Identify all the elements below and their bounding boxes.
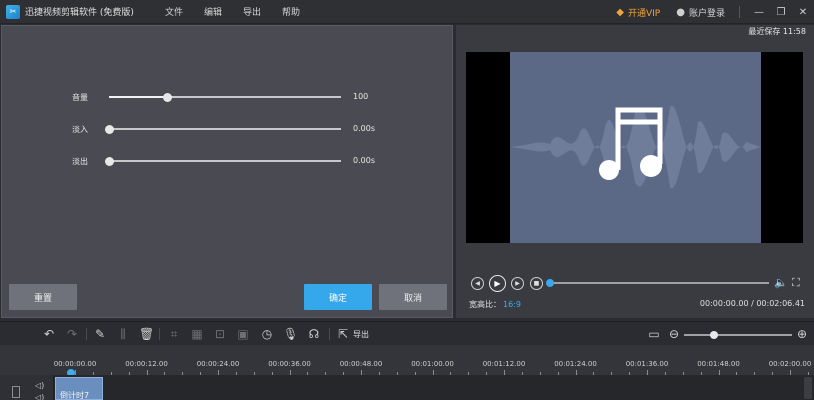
menu-export[interactable]: 导出 xyxy=(243,5,261,18)
confirm-button[interactable]: 确定 xyxy=(304,284,372,310)
playback-progress-thumb[interactable] xyxy=(546,279,554,287)
fade-in-slider-row: 淡入 0.00s xyxy=(2,122,454,136)
restore-icon[interactable]: ❐ xyxy=(770,7,792,18)
toolbar-divider xyxy=(86,328,87,340)
clip-label: 倒计时7 xyxy=(60,391,90,400)
fade-in-slider[interactable] xyxy=(105,125,341,134)
timeline-ruler[interactable]: 00:00:00.00 00:00:12.00 00:00:24.00 00:00:3… xyxy=(0,345,814,377)
video-preview[interactable] xyxy=(466,52,803,243)
volume-icon[interactable]: 🔈 xyxy=(774,276,788,289)
voice-over-icon[interactable]: ☊ xyxy=(307,327,321,341)
redo-icon[interactable]: ↷ xyxy=(65,327,79,341)
track-mute-icon[interactable]: ◁) xyxy=(35,381,44,390)
close-icon[interactable]: ✕ xyxy=(792,7,814,18)
fade-out-value: 0.00s xyxy=(353,156,375,165)
aspect-ratio-label: 宽高比： xyxy=(469,300,501,309)
volume-label: 音量 xyxy=(72,93,88,102)
titlebar-divider xyxy=(739,6,740,18)
menu-help[interactable]: 帮助 xyxy=(282,5,300,18)
split-icon[interactable]: ⫼ xyxy=(116,327,130,342)
mosaic-icon[interactable]: ▦ xyxy=(190,327,204,341)
export-button[interactable]: 导出 xyxy=(353,329,369,340)
audio-settings-panel: 音量 100 淡入 0.00s 淡出 0.00s 重置 确定 取消 xyxy=(1,25,453,318)
reset-button[interactable]: 重置 xyxy=(9,284,77,310)
record-audio-icon[interactable]: 🎙 xyxy=(283,327,298,341)
app-window: ✂ 迅捷视频剪辑软件 (免费版) 文件 编辑 导出 帮助 ◆ 开通VIP ● 账… xyxy=(0,0,814,400)
title-bar: ✂ 迅捷视频剪辑软件 (免费版) 文件 编辑 导出 帮助 ◆ 开通VIP ● 账… xyxy=(0,0,814,24)
ruler-tick-label: 00:00:00.00 xyxy=(53,360,97,368)
ruler-tick-label: 00:00:24.00 xyxy=(196,360,240,368)
export-icon[interactable]: ⇱ xyxy=(336,327,350,341)
ruler-tick-label: 00:01:24.00 xyxy=(554,360,597,368)
next-frame-icon[interactable]: ▶ xyxy=(511,277,524,290)
timeline-clip[interactable]: 倒计时7 xyxy=(55,377,103,400)
timeline-zoom-slider[interactable] xyxy=(684,331,792,339)
prev-frame-icon[interactable]: ◀ xyxy=(471,277,484,290)
fade-out-slider[interactable] xyxy=(105,157,341,166)
vip-button[interactable]: 开通VIP xyxy=(628,6,660,19)
fade-in-label: 淡入 xyxy=(72,125,88,134)
app-logo-icon: ✂ xyxy=(6,4,20,19)
edit-icon[interactable]: ✎ xyxy=(93,327,107,341)
volume-slider-fill xyxy=(109,96,167,98)
app-title: 迅捷视频剪辑软件 (免费版) xyxy=(25,8,134,18)
track-type-icon xyxy=(12,386,20,398)
ruler-tick-label: 00:00:36.00 xyxy=(268,360,311,368)
fade-out-slider-row: 淡出 0.00s xyxy=(2,154,454,168)
login-button[interactable]: 账户登录 xyxy=(689,6,725,19)
stop-icon[interactable]: ■ xyxy=(530,277,543,290)
ruler-tick-label: 00:02:00.00 xyxy=(768,360,812,368)
audio-placeholder-frame xyxy=(510,52,761,243)
aspect-ratio-value[interactable]: 16:9 xyxy=(503,300,521,309)
zoom-region-icon[interactable]: ⊡ xyxy=(213,327,227,341)
fade-in-value: 0.00s xyxy=(353,124,375,133)
play-icon[interactable]: ▶ xyxy=(489,275,506,292)
fullscreen-icon[interactable]: ⛶ xyxy=(792,276,800,290)
aspect-ratio[interactable]: 宽高比： 16:9 xyxy=(469,299,521,310)
timeline-zoom-thumb[interactable] xyxy=(710,331,719,339)
toolbar-divider xyxy=(159,328,160,340)
ruler-tick-label: 00:01:48.00 xyxy=(697,360,740,368)
volume-slider[interactable] xyxy=(109,93,341,102)
fade-in-slider-thumb[interactable] xyxy=(105,125,114,134)
ruler-tick-label: 00:01:00.00 xyxy=(411,360,454,368)
ruler-tick-label: 00:00:12.00 xyxy=(125,360,168,368)
toolbar-divider xyxy=(329,328,330,340)
user-icon: ● xyxy=(676,6,685,18)
volume-slider-thumb[interactable] xyxy=(163,93,172,102)
fade-out-label: 淡出 xyxy=(72,157,88,166)
titlebar-right: ◆ 开通VIP ● 账户登录 — ❐ ✕ xyxy=(616,0,814,24)
track-visibility-icon[interactable]: ◁) xyxy=(35,393,44,400)
track-header: ◁) ◁) xyxy=(0,375,54,400)
cancel-button[interactable]: 取消 xyxy=(379,284,447,310)
duration-icon[interactable]: ◷ xyxy=(260,327,274,341)
menu-bar: 文件 编辑 导出 帮助 xyxy=(165,5,321,18)
timeline-scrollbar[interactable] xyxy=(804,377,812,399)
zoom-in-icon[interactable]: ⊕ xyxy=(795,327,809,341)
zoom-out-icon[interactable]: ⊖ xyxy=(667,327,681,341)
ruler-tick-label: 00:01:36.00 xyxy=(625,360,669,368)
playback-progress-bar[interactable] xyxy=(546,279,769,287)
timeline-tracks: ◁) ◁) 倒计时7 xyxy=(0,375,814,400)
menu-file[interactable]: 文件 xyxy=(165,5,183,18)
undo-icon[interactable]: ↶ xyxy=(42,327,56,341)
timeline-toolbar: ↶ ↷ ✎ ⫼ 🗑 ⌗ ▦ ⊡ ▣ ◷ 🎙 ☊ ⇱ 导出 ▭ ⊖ ⊕ xyxy=(0,321,814,345)
preview-panel: 最近保存 11:58 ◀ ▶ ▶ ■ 🔈 ⛶ 宽高比： 16:9 00:00:0… xyxy=(456,25,814,318)
time-readout: 00:00:00.00 / 00:02:06.41 xyxy=(699,299,805,308)
vip-diamond-icon: ◆ xyxy=(616,6,624,18)
last-saved-label: 最近保存 11:58 xyxy=(748,27,806,36)
menu-edit[interactable]: 编辑 xyxy=(204,5,222,18)
crop-icon[interactable]: ⌗ xyxy=(167,327,181,342)
freeze-frame-icon[interactable]: ▣ xyxy=(236,327,250,341)
minimize-icon[interactable]: — xyxy=(748,7,770,18)
fit-timeline-icon[interactable]: ▭ xyxy=(647,327,661,341)
volume-value: 100 xyxy=(353,92,369,101)
ruler-tick-label: 00:00:48.00 xyxy=(339,360,383,368)
fade-out-slider-thumb[interactable] xyxy=(105,157,114,166)
delete-icon[interactable]: 🗑 xyxy=(139,327,154,341)
ruler-tick-label: 00:01:12.00 xyxy=(482,360,526,368)
playback-controls: ◀ ▶ ▶ ■ 🔈 ⛶ xyxy=(456,275,814,292)
waveform-music-note-icon xyxy=(510,105,761,189)
volume-slider-row: 音量 100 xyxy=(2,90,454,104)
